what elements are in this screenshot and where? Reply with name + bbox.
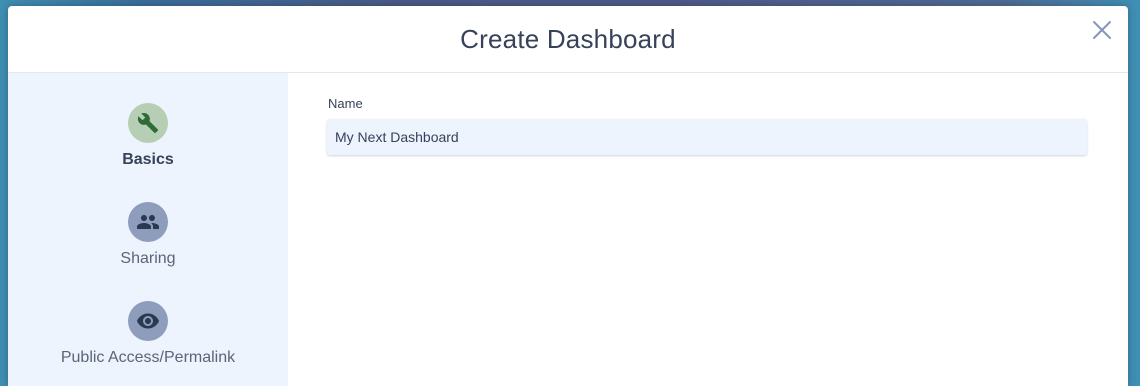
people-icon <box>137 215 159 229</box>
name-field-label: Name <box>328 96 363 111</box>
step-public-access-label: Public Access/Permalink <box>60 349 236 366</box>
step-basics-circle <box>128 103 168 143</box>
step-basics-label: Basics <box>122 151 174 168</box>
modal-title: Create Dashboard <box>460 23 676 54</box>
close-icon <box>1093 21 1111 39</box>
step-sharing-label: Sharing <box>120 250 176 267</box>
step-public-access[interactable]: Public Access/Permalink <box>8 301 288 367</box>
steps-sidebar: Basics Sharing Public Access/Permalink <box>8 73 288 386</box>
create-dashboard-modal: Create Dashboard Basics Sharing Public A… <box>8 6 1128 386</box>
wrench-icon <box>137 113 159 134</box>
step-basics[interactable]: Basics <box>8 103 288 169</box>
basics-form: Name <box>288 73 1128 386</box>
eye-icon <box>137 313 159 329</box>
modal-header: Create Dashboard <box>8 6 1128 73</box>
step-sharing-circle <box>128 202 168 242</box>
step-sharing[interactable]: Sharing <box>8 202 288 268</box>
step-public-access-circle <box>128 301 168 341</box>
close-button[interactable] <box>1090 18 1114 42</box>
dashboard-name-input[interactable] <box>327 119 1087 155</box>
